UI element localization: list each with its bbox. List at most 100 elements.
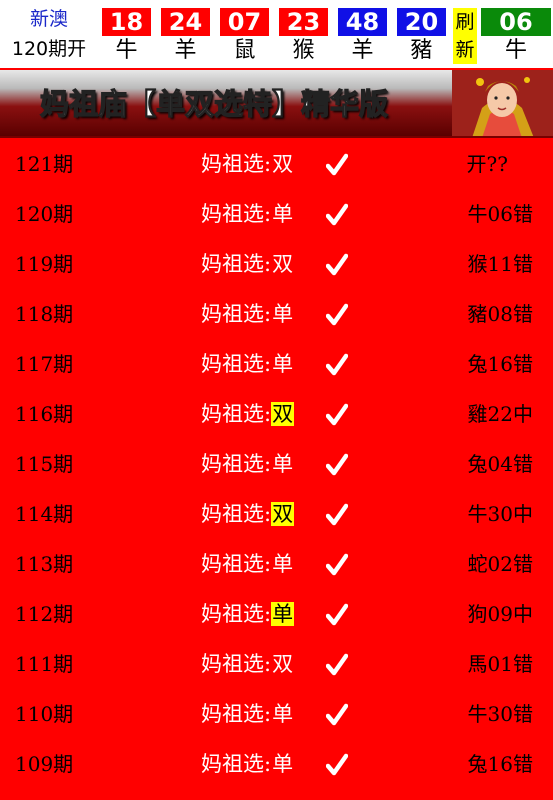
pick-cell: 妈祖选:双 — [201, 400, 295, 428]
ball-zodiac: 豬 — [410, 38, 433, 63]
pick-cell: 妈祖选:单 — [201, 350, 294, 378]
pick-cell: 妈祖选:双 — [201, 150, 294, 178]
pick-cell: 妈祖选:单 — [201, 750, 294, 778]
period-label: 111期 — [15, 652, 74, 676]
pick-label: 妈祖选: — [201, 552, 272, 576]
draw-ball: 48 羊 — [338, 8, 387, 64]
special-ball-zodiac: 牛 — [504, 38, 527, 63]
prediction-row: 119期 妈祖选:双 猴11错 — [0, 240, 553, 290]
prediction-row: 117期 妈祖选:单 兔16错 — [0, 340, 553, 390]
pick-value: 单 — [272, 452, 294, 476]
result-value: 兔16错 — [467, 352, 533, 376]
result-value: 兔04错 — [467, 452, 533, 476]
prediction-row: 111期 妈祖选:双 馬01错 — [0, 640, 553, 690]
checkmark-icon — [326, 503, 348, 526]
checkmark-icon — [326, 553, 348, 576]
prediction-row: 113期 妈祖选:单 蛇02错 — [0, 540, 553, 590]
result-value: 开?? — [466, 152, 508, 176]
pick-value: 单 — [272, 202, 294, 226]
checkmark-icon — [326, 153, 348, 176]
pick-value: 单 — [272, 702, 294, 726]
pick-cell: 妈祖选:双 — [201, 500, 295, 528]
goddess-portrait-icon — [452, 70, 553, 136]
prediction-row: 121期 妈祖选:双 开?? — [0, 140, 553, 190]
pick-value: 单 — [272, 552, 294, 576]
result-value: 狗09中 — [467, 602, 533, 626]
result-value: 雞22中 — [467, 402, 533, 426]
pick-cell: 妈祖选:单 — [201, 450, 294, 478]
draw-ball: 23 猴 — [279, 8, 328, 64]
prediction-row: 109期 妈祖选:单 兔16错 — [0, 740, 553, 790]
pick-label: 妈祖选: — [201, 452, 272, 476]
ball-zodiac: 羊 — [174, 38, 197, 63]
period-label: 112期 — [15, 602, 74, 626]
period-label: 118期 — [15, 302, 74, 326]
ball-zodiac: 牛 — [115, 38, 138, 63]
pick-label: 妈祖选: — [201, 402, 272, 426]
checkmark-icon — [326, 603, 348, 626]
pick-value: 单 — [272, 302, 294, 326]
checkmark-icon — [326, 203, 348, 226]
refresh-button[interactable]: 刷 新 — [453, 8, 477, 64]
period-label: 117期 — [15, 352, 74, 376]
pick-label: 妈祖选: — [201, 302, 272, 326]
result-value: 兔16错 — [467, 752, 533, 776]
draw-result-bar: 新澳 120期开 18 牛 24 羊 07 鼠 23 猴 48 羊 20 豬 刷… — [0, 0, 553, 68]
prediction-row: 110期 妈祖选:单 牛30错 — [0, 690, 553, 740]
special-ball: 06 牛 — [481, 8, 551, 64]
prediction-row: 112期 妈祖选:单 狗09中 — [0, 590, 553, 640]
pick-label: 妈祖选: — [201, 702, 272, 726]
draw-ball: 18 牛 — [102, 8, 151, 64]
pick-cell: 妈祖选:双 — [201, 650, 294, 678]
result-value: 馬01错 — [467, 652, 533, 676]
banner: 妈祖庙【单双选特】精华版 — [0, 70, 553, 138]
period-label: 109期 — [15, 752, 74, 776]
special-ball-number: 06 — [481, 8, 551, 36]
checkmark-icon — [326, 253, 348, 276]
draw-ball: 24 羊 — [161, 8, 210, 64]
pick-value: 双 — [272, 652, 294, 676]
draw-ball: 20 豬 — [397, 8, 446, 64]
result-value: 牛30错 — [467, 702, 533, 726]
period-label: 120期 — [15, 202, 74, 226]
pick-value: 双 — [272, 252, 294, 276]
ball-number: 23 — [279, 8, 328, 36]
ball-number: 18 — [102, 8, 151, 36]
pick-label: 妈祖选: — [201, 252, 272, 276]
checkmark-icon — [326, 403, 348, 426]
pick-cell: 妈祖选:单 — [201, 200, 294, 228]
pick-label: 妈祖选: — [201, 152, 272, 176]
period-label: 115期 — [15, 452, 74, 476]
result-value: 豬08错 — [467, 302, 533, 326]
ball-number: 48 — [338, 8, 387, 36]
brand-name: 新澳 — [29, 8, 68, 30]
prediction-row: 115期 妈祖选:单 兔04错 — [0, 440, 553, 490]
pick-cell: 妈祖选:单 — [201, 600, 295, 628]
ball-number: 24 — [161, 8, 210, 36]
result-value: 蛇02错 — [467, 552, 533, 576]
pick-label: 妈祖选: — [201, 652, 272, 676]
period-label: 114期 — [15, 502, 74, 526]
prediction-row: 114期 妈祖选:双 牛30中 — [0, 490, 553, 540]
period-label: 116期 — [15, 402, 74, 426]
checkmark-icon — [326, 703, 348, 726]
result-value: 猴11错 — [467, 252, 533, 276]
period-label: 119期 — [15, 252, 74, 276]
pick-value: 单 — [272, 352, 294, 376]
draw-period-label: 120期开 — [11, 38, 87, 60]
period-label: 110期 — [15, 702, 74, 726]
pick-label: 妈祖选: — [201, 502, 272, 526]
refresh-label-1: 刷 — [455, 11, 475, 33]
checkmark-icon — [326, 453, 348, 476]
pick-value: 单 — [271, 602, 295, 626]
pick-cell: 妈祖选:双 — [201, 250, 294, 278]
ball-zodiac: 猴 — [292, 38, 315, 63]
period-label: 113期 — [15, 552, 74, 576]
pick-label: 妈祖选: — [201, 352, 272, 376]
pick-cell: 妈祖选:单 — [201, 300, 294, 328]
checkmark-icon — [326, 353, 348, 376]
pick-value: 双 — [271, 502, 295, 526]
draw-ball: 07 鼠 — [220, 8, 269, 64]
banner-title: 妈祖庙【单双选特】精华版 — [39, 86, 389, 121]
pick-label: 妈祖选: — [201, 202, 272, 226]
